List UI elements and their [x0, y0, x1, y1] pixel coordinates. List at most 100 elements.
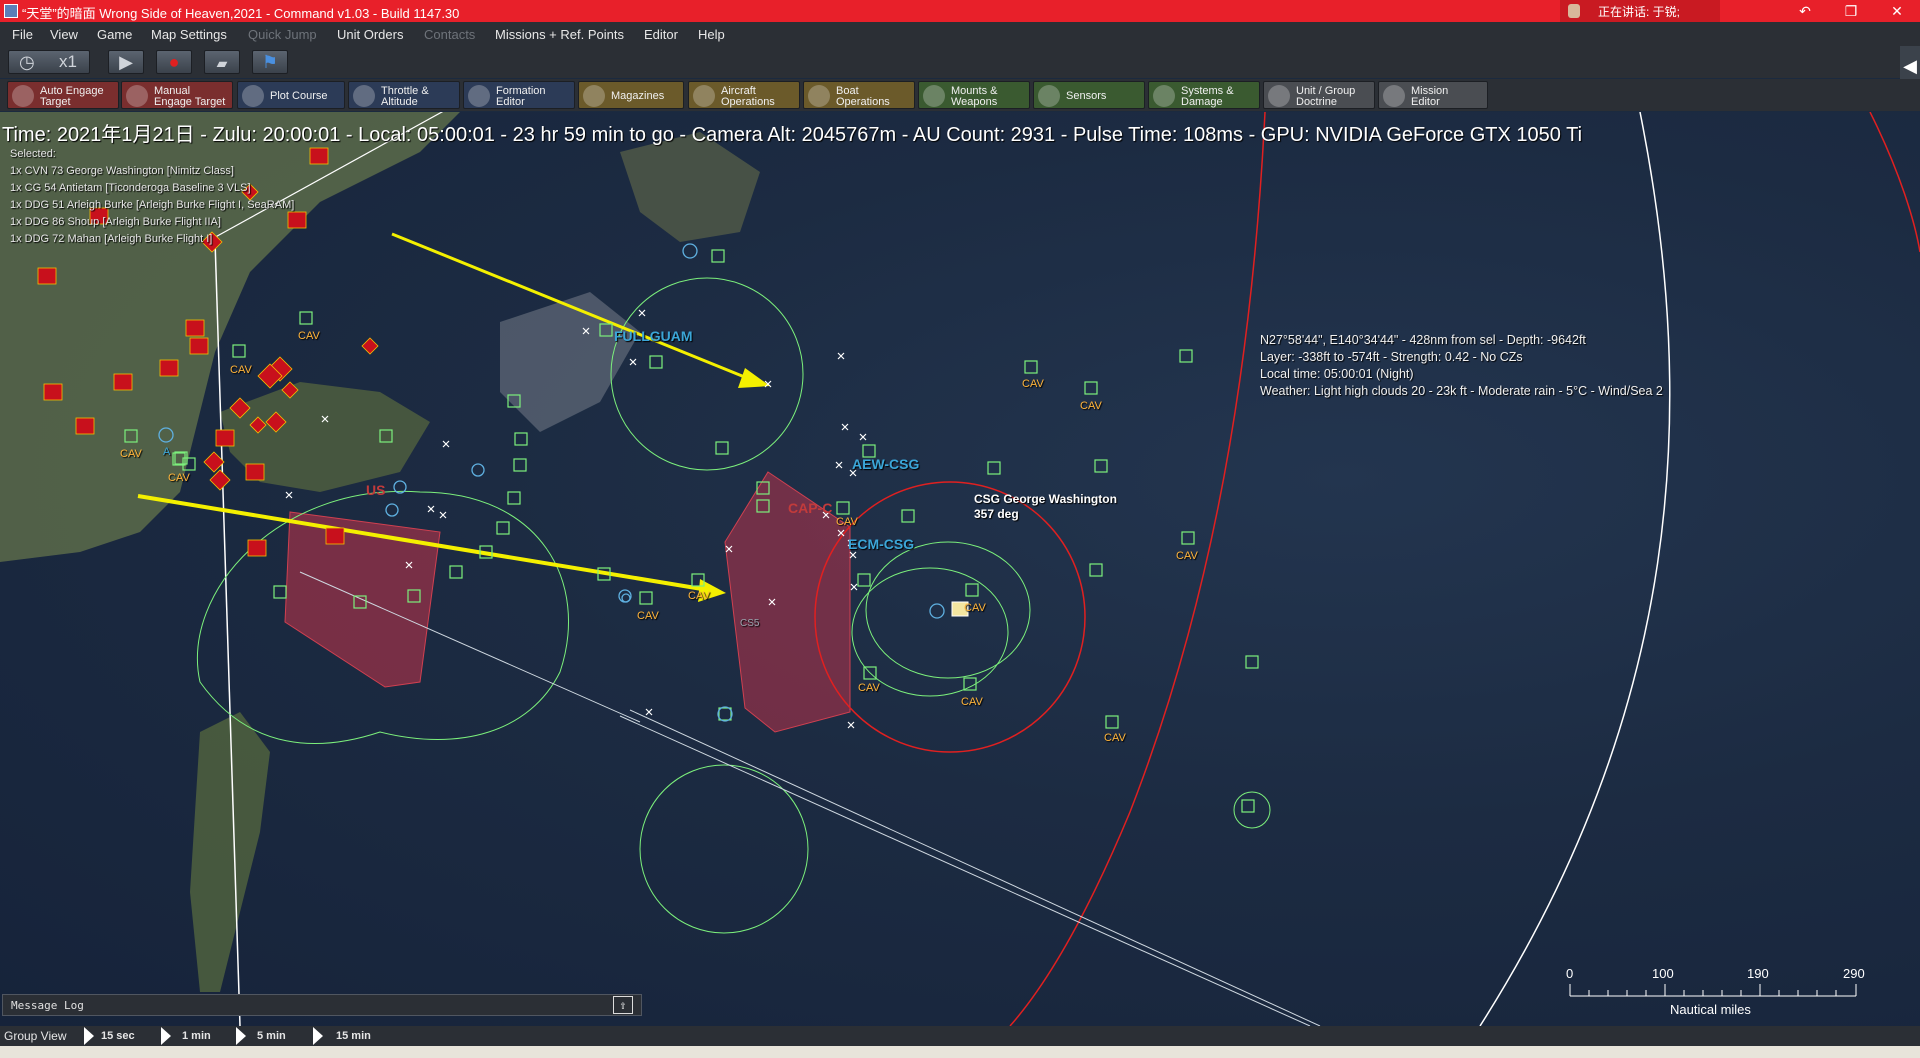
- cursor-local-time: Local time: 05:00:01 (Night): [1260, 367, 1414, 381]
- sensor-ring: [639, 764, 809, 934]
- selected-unit: 1x DDG 51 Arleigh Burke [Arleigh Burke F…: [10, 199, 295, 211]
- menu-game[interactable]: Game: [97, 27, 132, 42]
- crosshair-icon: [12, 85, 34, 107]
- cav-label: CAV: [637, 610, 659, 622]
- formation-editor-button[interactable]: Formation Editor: [463, 81, 575, 109]
- ammo-icon: [583, 85, 605, 107]
- magazines-button[interactable]: Magazines: [578, 81, 684, 109]
- step-1-min[interactable]: 1 min: [182, 1030, 211, 1042]
- menu-contacts[interactable]: Contacts: [424, 27, 475, 42]
- record-icon: ●: [168, 52, 180, 72]
- selected-unit: 1x DDG 72 Mahan [Arleigh Burke Flight I]: [10, 233, 213, 245]
- maximize-button[interactable]: ❐: [1828, 0, 1874, 22]
- mounts-weapons-button[interactable]: Mounts & Weapons: [918, 81, 1030, 109]
- cog-icon: [1153, 85, 1175, 107]
- land-small-islands: [620, 132, 760, 242]
- time-toolbar: ◷ x1 ▶ ● ▰ ⚑: [0, 46, 1920, 78]
- sensors-button[interactable]: Sensors: [1033, 81, 1145, 109]
- document-icon: [1268, 85, 1290, 107]
- cav-label: CAV: [1176, 550, 1198, 562]
- cav-label: CAV: [688, 590, 710, 602]
- menu-unit-orders[interactable]: Unit Orders: [337, 27, 403, 42]
- menu-help[interactable]: Help: [698, 27, 725, 42]
- ship-view-button[interactable]: ▰: [204, 50, 240, 74]
- message-log-label: Message Log: [11, 999, 84, 1012]
- menu-missions[interactable]: Missions + Ref. Points: [495, 27, 624, 42]
- compass-icon: [242, 85, 264, 107]
- csg-name: CSG George Washington: [974, 492, 1117, 506]
- boat-icon: [808, 85, 830, 107]
- throttle-altitude-button[interactable]: Throttle & Altitude: [348, 81, 460, 109]
- step-15-sec[interactable]: 15 sec: [101, 1030, 135, 1042]
- menu-map-settings[interactable]: Map Settings: [151, 27, 227, 42]
- weapon-range-arc: [1009, 112, 1266, 1026]
- mission-label-cap: CAP-C: [788, 500, 833, 516]
- aircraft-icon: [693, 85, 715, 107]
- play-button[interactable]: ▶: [108, 50, 144, 74]
- play-step-icon[interactable]: [313, 1027, 323, 1045]
- sensor-range-arc: [1479, 112, 1671, 1026]
- sensor-range-arc-outer: [1869, 112, 1920, 253]
- command-app-window: “天堂”的暗面 Wrong Side of Heaven,2021 - Comm…: [0, 0, 1920, 1058]
- game-status-line: Time: 2021年1月21日 - Zulu: 20:00:01 - Loca…: [2, 124, 1583, 146]
- menu-file[interactable]: File: [12, 27, 33, 42]
- map-canvas[interactable]: [0, 112, 1920, 1026]
- tactical-map[interactable]: FULLGUAM AEW-CSG ECM-CSG CAP-C US A CS5 …: [0, 112, 1920, 1026]
- scale-tick: 190: [1747, 966, 1769, 981]
- play-step-icon[interactable]: [161, 1027, 171, 1045]
- selected-unit: 1x CG 54 Antietam [Ticonderoga Baseline …: [10, 182, 251, 194]
- gear-icon: [353, 85, 375, 107]
- group-view-label: Group View: [4, 1029, 67, 1043]
- window-title: “天堂”的暗面 Wrong Side of Heaven,2021 - Comm…: [22, 6, 460, 21]
- group-label-aew: AEW-CSG: [852, 456, 920, 472]
- crosshair-icon: [126, 85, 148, 107]
- group-label-ecm: ECM-CSG: [848, 536, 915, 552]
- message-log-bar[interactable]: Message Log ⇧: [2, 994, 642, 1016]
- scale-tick: 0: [1566, 966, 1574, 981]
- cursor-info-panel: N27°58'44", E140°34'44" - 428nm from sel…: [1260, 332, 1663, 400]
- menu-view[interactable]: View: [50, 27, 78, 42]
- csg-patrol-ring: [865, 541, 1031, 679]
- restore-back-button[interactable]: ↶: [1782, 0, 1828, 22]
- cav-label: CAV: [1104, 732, 1126, 744]
- scale-unit: Nautical miles: [1670, 1002, 1751, 1017]
- formation-icon: [468, 85, 490, 107]
- mission-editor-button[interactable]: Mission Editor: [1378, 81, 1488, 109]
- cav-label: CAV: [858, 682, 880, 694]
- voice-chat-indicator: 正在讲话: 于锐;: [1560, 0, 1720, 22]
- map-scale-bar: 0 100 190 290 Nautical miles: [1560, 962, 1870, 1022]
- cav-label: CAV: [836, 516, 858, 528]
- cursor-position: N27°58'44", E140°34'44" - 428nm from sel…: [1260, 333, 1586, 347]
- menu-quick-jump[interactable]: Quick Jump: [248, 27, 317, 42]
- title-bar: “天堂”的暗面 Wrong Side of Heaven,2021 - Comm…: [0, 0, 1920, 22]
- land-cloud: [500, 292, 640, 432]
- menu-editor[interactable]: Editor: [644, 27, 678, 42]
- speaker-avatar: [1568, 4, 1580, 18]
- threat-axis-arrowhead: [738, 368, 770, 388]
- cursor-layer: Layer: -338ft to -574ft - Strength: 0.42…: [1260, 350, 1523, 364]
- unit-group-doctrine-button[interactable]: Unit / Group Doctrine: [1263, 81, 1375, 109]
- aircraft-operations-button[interactable]: Aircraft Operations: [688, 81, 800, 109]
- expand-icon[interactable]: ⇧: [613, 996, 633, 1014]
- systems-damage-button[interactable]: Systems & Damage: [1148, 81, 1260, 109]
- land-island-south: [190, 712, 270, 992]
- close-button[interactable]: ✕: [1874, 0, 1920, 22]
- flight-path: [629, 709, 1321, 1026]
- step-5-min[interactable]: 5 min: [257, 1030, 286, 1042]
- track-label-cs5: CS5: [740, 618, 760, 629]
- play-step-icon[interactable]: [84, 1027, 94, 1045]
- manual-engage-target-button[interactable]: Manual Engage Target: [121, 81, 233, 109]
- record-button[interactable]: ●: [156, 50, 192, 74]
- selected-unit: 1x CVN 73 George Washington [Nimitz Clas…: [10, 165, 234, 177]
- flag-button[interactable]: ⚑: [252, 50, 288, 74]
- play-step-icon[interactable]: [236, 1027, 246, 1045]
- boat-operations-button[interactable]: Boat Operations: [803, 81, 915, 109]
- csg-name-label[interactable]: CSG George Washington 357 deg: [974, 492, 1117, 522]
- cursor-weather: Weather: Light high clouds 20 - 23k ft -…: [1260, 384, 1663, 398]
- missile-icon: [923, 85, 945, 107]
- auto-engage-target-button[interactable]: Auto Engage Target: [7, 81, 119, 109]
- plot-course-button[interactable]: Plot Course: [237, 81, 345, 109]
- step-15-min[interactable]: 15 min: [336, 1030, 371, 1042]
- time-compression-control[interactable]: ◷ x1: [8, 50, 90, 74]
- list-icon: [1383, 85, 1405, 107]
